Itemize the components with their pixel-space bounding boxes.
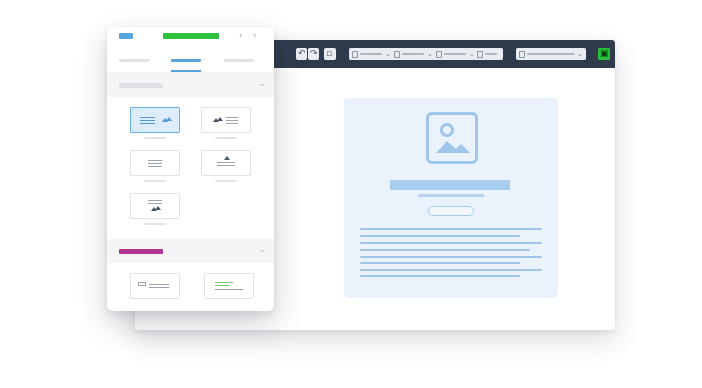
page-icon: ▫ (326, 49, 333, 59)
breadcrumb-bar[interactable]: ⌄ ⌄ ⌄ (349, 48, 503, 60)
block-tile-text[interactable] (130, 150, 180, 176)
section-header[interactable]: ⌄ (107, 73, 274, 97)
back-arrow-icon[interactable]: ‹ (239, 29, 243, 43)
tile-line (149, 287, 169, 288)
tile-caption (215, 180, 237, 182)
text-line (360, 242, 542, 244)
block-tile-image-text[interactable] (201, 107, 251, 133)
tile-image-icon (217, 117, 223, 121)
tile-line (140, 120, 155, 121)
folder-icon (352, 51, 358, 58)
section-title (119, 249, 163, 254)
tile-line (215, 282, 233, 283)
tile-line (215, 289, 243, 290)
panel-logo (119, 33, 133, 39)
breadcrumb-segment (360, 53, 382, 55)
text-line (360, 262, 520, 264)
device-selector[interactable]: ⌄ (516, 48, 586, 60)
panel-header: ‹ › (107, 27, 274, 47)
tile-line (217, 162, 235, 163)
tile-line (226, 120, 238, 121)
redo-button[interactable]: ↷ (308, 48, 319, 60)
block-tile-green-text[interactable] (204, 273, 254, 299)
block-subtitle (418, 194, 484, 197)
chevron-down-icon[interactable]: ⌄ (258, 243, 266, 257)
tile-line (148, 200, 162, 201)
blocks-panel: ‹ › ⌄ ⌄ (107, 27, 274, 311)
tile-line (149, 284, 169, 285)
redo-icon: ↷ (310, 49, 318, 59)
breadcrumb-segment (402, 53, 424, 55)
section-header[interactable]: ⌄ (107, 239, 274, 263)
tile-line (140, 117, 155, 118)
page-button[interactable]: ▫ (324, 48, 336, 60)
file-icon (477, 51, 483, 58)
device-icon (519, 51, 525, 58)
tile-image-icon (166, 117, 172, 121)
breadcrumb-segment (444, 53, 466, 55)
tile-line (215, 285, 229, 286)
text-line (360, 228, 542, 230)
text-line (360, 235, 520, 237)
text-line (360, 269, 542, 271)
breadcrumb-segment (485, 53, 497, 55)
block-tile-text-image[interactable] (130, 107, 180, 133)
chevron-down-icon: ⌄ (577, 50, 583, 58)
tile-line (148, 160, 162, 161)
block-title[interactable] (390, 180, 510, 190)
tile-caption (144, 223, 166, 225)
content-block[interactable] (344, 98, 558, 298)
tile-image-icon (155, 206, 161, 210)
chevron-down-icon[interactable]: ⌄ (258, 77, 266, 91)
tile-line (226, 117, 238, 118)
block-button[interactable] (428, 206, 474, 216)
tab-body[interactable] (224, 59, 254, 62)
tab-content[interactable] (119, 59, 149, 62)
section-title (119, 83, 163, 88)
tile-button-shape (138, 282, 146, 286)
tile-line (140, 123, 155, 124)
image-placeholder-icon[interactable] (426, 112, 478, 164)
undo-button[interactable]: ↶ (296, 48, 307, 60)
panel-tabs (107, 47, 274, 73)
tab-blocks[interactable] (171, 59, 201, 62)
file-icon (436, 51, 442, 58)
chevron-down-icon: ⌄ (385, 50, 391, 58)
block-tile-text-image-below[interactable] (130, 193, 180, 219)
block-tile-icon-text[interactable] (201, 150, 251, 176)
tile-caption (215, 137, 237, 139)
panel-title (163, 33, 219, 39)
chevron-down-icon: ⌄ (427, 50, 433, 58)
block-tile-button-text[interactable] (130, 273, 180, 299)
device-label (527, 53, 575, 55)
file-icon (394, 51, 400, 58)
tile-image-icon (224, 156, 230, 160)
undo-icon: ↶ (298, 49, 306, 59)
preview-button[interactable]: ▣ (598, 48, 610, 60)
tile-line (217, 165, 235, 166)
text-line (360, 275, 520, 277)
preview-icon: ▣ (600, 49, 609, 59)
chevron-down-icon: ⌄ (469, 50, 475, 58)
active-tab-indicator (171, 70, 201, 72)
tile-caption (144, 180, 166, 182)
text-line (360, 256, 542, 258)
tile-line (148, 166, 162, 167)
tile-line (226, 123, 238, 124)
image-mountain-shape (436, 141, 470, 153)
tile-caption (144, 137, 166, 139)
tile-line (148, 163, 162, 164)
tile-line (148, 203, 162, 204)
forward-arrow-icon[interactable]: › (253, 29, 257, 43)
text-line (360, 249, 530, 251)
